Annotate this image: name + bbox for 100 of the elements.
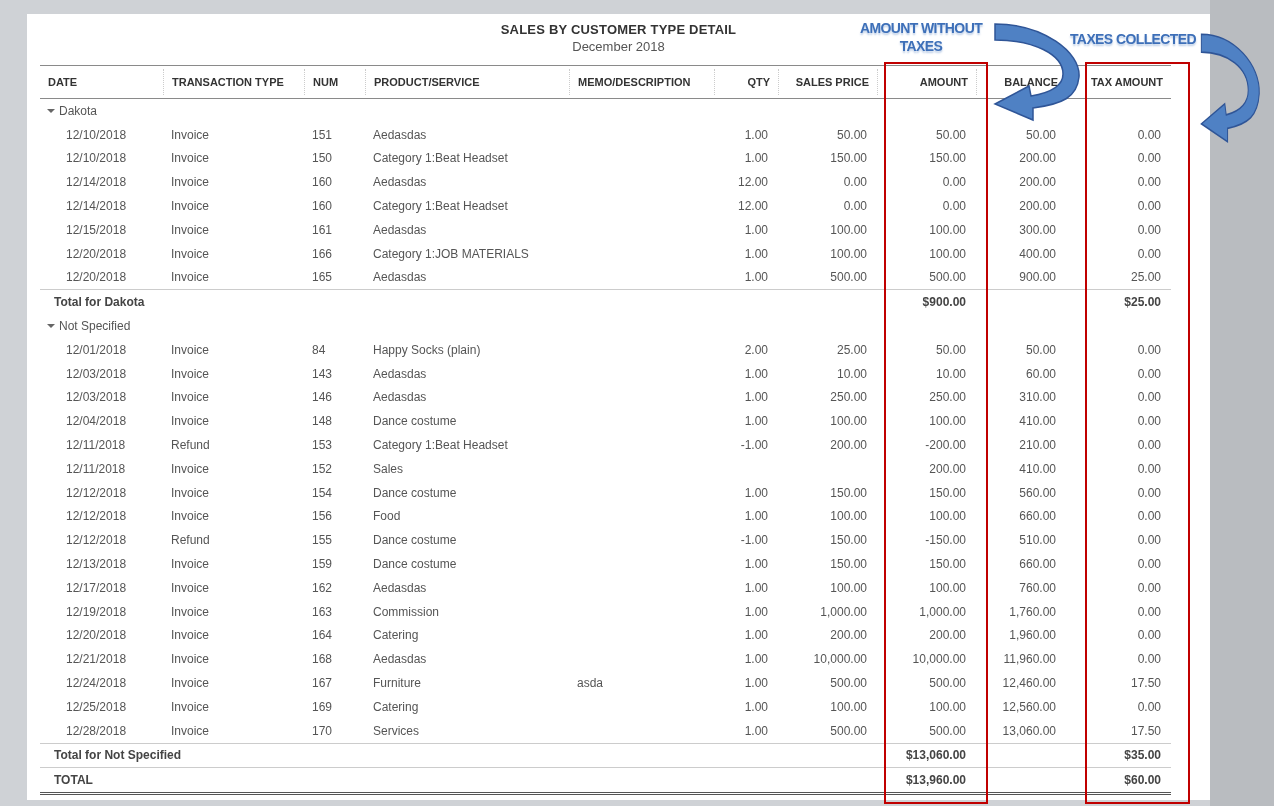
table-cell-text: 1.00	[743, 580, 769, 595]
table-cell-text: 1.00	[743, 604, 769, 619]
table-cell-text: 500.00	[928, 676, 967, 690]
column-header[interactable]: BALANCE	[1004, 76, 1058, 88]
column-header[interactable]: SALES PRICE	[795, 76, 869, 88]
table-cell-text: 154	[311, 485, 334, 500]
table-cell-text: 155	[311, 533, 334, 548]
table-cell-text: 12/12/2018	[65, 533, 128, 548]
table-cell-text: 10.00	[934, 366, 967, 381]
table-cell-text: 0.00	[1136, 342, 1162, 357]
table-cell-text: 0.00	[842, 199, 868, 214]
table-cell-text: Invoice	[170, 557, 211, 572]
table-cell-text: Catering	[372, 628, 420, 643]
table-cell-text: 12/10/2018	[65, 127, 128, 142]
column-header[interactable]: NUM	[313, 76, 339, 88]
table-cell-text: 1.00	[743, 699, 769, 714]
table-cell-text: 12/03/2018	[65, 390, 128, 405]
table-cell-text: 0.00	[1136, 533, 1162, 548]
table-cell-text: 12/21/2018	[65, 652, 128, 667]
table-cell-text: 159	[311, 557, 334, 572]
table-cell-text: Aedasdas	[372, 366, 428, 381]
table-cell-text: 156	[311, 509, 334, 524]
caret-icon[interactable]	[47, 107, 55, 114]
table-cell-text: 17.50	[1129, 723, 1162, 738]
table-cell-text: Invoice	[170, 222, 211, 237]
column-header[interactable]: MEMO/DESCRIPTION	[578, 76, 691, 88]
table-cell-text: 13,060.00	[1001, 723, 1057, 738]
table-cell-text: 900.00	[1018, 270, 1057, 285]
table-cell-text: 210.00	[1018, 438, 1057, 453]
table-cell-text: Food	[372, 509, 402, 524]
table-cell-text: Dance costume	[372, 557, 458, 572]
table-cell-text: Invoice	[170, 175, 211, 190]
table-cell-text: 60.00	[1024, 366, 1057, 381]
column-header[interactable]: TRANSACTION TYPE	[172, 76, 284, 88]
table-cell-text: 200.00	[928, 461, 967, 476]
table-cell-text: 0.00	[1136, 127, 1162, 142]
table-cell-text: 150.00	[829, 151, 868, 166]
table-cell-text: Invoice	[170, 270, 211, 285]
table-cell-text: 0.00	[941, 199, 967, 214]
table-cell-text: 100.00	[928, 414, 967, 429]
table-cell-text: 150.00	[928, 557, 967, 572]
total-tax: $60.00	[1123, 773, 1162, 788]
table-cell-text: Aedasdas	[372, 652, 428, 667]
table-cell-text: 100.00	[829, 414, 868, 429]
table-cell-text: 100.00	[829, 509, 868, 524]
table-cell-text: 1.00	[743, 723, 769, 738]
group-label: Not Specified	[59, 319, 131, 334]
annotation-label: TAXES COLLECTED	[1068, 30, 1198, 48]
table-cell-text: Catering	[372, 699, 420, 714]
table-cell-text: 1,000.00	[918, 604, 967, 619]
table-cell-text: 200.00	[1018, 199, 1057, 214]
column-header[interactable]: PRODUCT/SERVICE	[374, 76, 480, 88]
table-cell-text: Invoice	[170, 246, 211, 261]
table-cell-text: 12/11/2018	[65, 461, 127, 476]
column-header[interactable]: DATE	[48, 76, 78, 88]
table-cell-text: 12/24/2018	[65, 676, 128, 690]
total-tax: $25.00	[1123, 295, 1162, 310]
total-tax: $35.00	[1123, 748, 1162, 763]
table-cell-text: 12/13/2018	[65, 557, 128, 572]
table-cell-text: 1,000.00	[819, 604, 868, 619]
table-cell-text: Aedasdas	[372, 270, 428, 285]
table-cell-text: 0.00	[1136, 461, 1162, 476]
table-cell-text: Invoice	[170, 509, 211, 524]
table-cell-text: 400.00	[1018, 246, 1057, 261]
table-cell-text: 500.00	[829, 270, 868, 285]
table-cell-text: 12/20/2018	[65, 270, 128, 285]
table-cell-text: 17.50	[1129, 676, 1162, 690]
table-cell-text: 660.00	[1018, 509, 1057, 524]
table-cell-text: 12/20/2018	[65, 246, 128, 261]
table-cell-text: 310.00	[1018, 390, 1057, 405]
table-cell-text: Category 1:Beat Headset	[372, 199, 509, 214]
table-cell-text: Invoice	[170, 461, 211, 476]
table-cell-text: Category 1:JOB MATERIALS	[372, 246, 530, 261]
table-cell-text: Services	[372, 723, 420, 738]
table-cell-text: 100.00	[829, 246, 868, 261]
table-cell-text: 160	[311, 199, 334, 214]
table-cell-text: 0.00	[1136, 509, 1162, 524]
caret-icon[interactable]	[47, 323, 55, 330]
column-header[interactable]: AMOUNT	[919, 76, 968, 88]
table-cell-text: 12,560.00	[1001, 699, 1057, 714]
table-cell-text: 169	[311, 699, 334, 714]
table-cell-text: Commission	[372, 604, 440, 619]
table-cell-text: 150.00	[928, 485, 967, 500]
table-cell-text: Invoice	[170, 127, 211, 142]
table-cell-text: Dance costume	[372, 414, 458, 429]
table-cell-text: 0.00	[1136, 246, 1162, 261]
table-cell-text: 100.00	[928, 580, 967, 595]
table-cell-text: 12/01/2018	[65, 342, 128, 357]
table-cell-text: 500.00	[829, 723, 868, 738]
table-cell-text: 1,960.00	[1008, 628, 1057, 643]
annotation-label: AMOUNT WITHOUT TAXES	[858, 19, 984, 55]
table-cell-text: 0.00	[1136, 485, 1162, 500]
column-header[interactable]: QTY	[747, 76, 770, 88]
table-cell-text: 660.00	[1018, 557, 1057, 572]
total-amount: $900.00	[921, 295, 967, 310]
table-cell-text: -1.00	[739, 438, 769, 453]
column-header[interactable]: TAX AMOUNT	[1090, 76, 1163, 88]
table-cell-text: 1.00	[743, 557, 769, 572]
table-cell-text: Invoice	[170, 199, 211, 214]
table-cell-text: 100.00	[928, 509, 967, 524]
